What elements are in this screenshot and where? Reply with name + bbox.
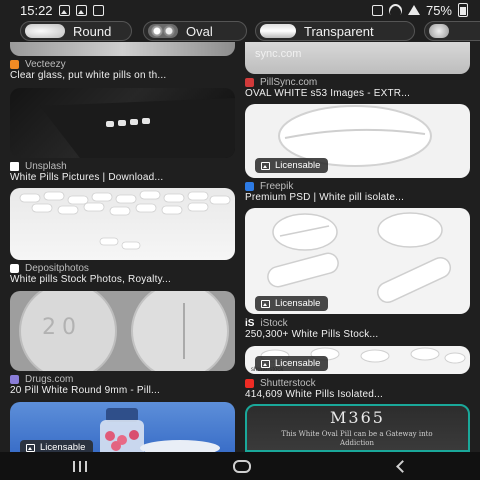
source-row[interactable]: Freepik xyxy=(245,181,293,192)
licensable-icon xyxy=(261,299,270,308)
result-card-pillsync[interactable]: sync.com PillSync.com OVAL WHITE s53 Ima… xyxy=(245,42,470,100)
vecteezy-logo-icon xyxy=(10,60,19,69)
chip-more-thumbnail xyxy=(429,24,449,38)
result-image[interactable] xyxy=(10,88,235,158)
back-button[interactable] xyxy=(395,459,409,473)
chip-oval-thumbnail xyxy=(148,24,178,38)
istock-logo-icon: iS xyxy=(245,318,255,329)
recents-icon xyxy=(73,460,76,472)
result-image[interactable]: sync.com xyxy=(245,42,470,74)
source-row[interactable]: iS iStock xyxy=(245,318,288,329)
source-name: Vecteezy xyxy=(25,59,66,70)
status-bar: 15:22 75% xyxy=(0,0,480,20)
result-card-unsplash[interactable]: Unsplash White Pills Pictures | Download… xyxy=(10,88,235,184)
source-name: Shutterstock xyxy=(260,378,316,389)
result-image[interactable]: 20 xyxy=(10,291,235,371)
result-card-freepik[interactable]: Licensable Freepik Premium PSD | White p… xyxy=(245,104,470,204)
image-notification-icon xyxy=(75,4,87,16)
result-card-shutterstock[interactable]: shutterstock Licensable Shutterstock 414… xyxy=(245,346,470,402)
screenshot-icon xyxy=(371,4,383,16)
source-row[interactable]: Drugs.com xyxy=(10,374,73,385)
licensable-badge: Licensable xyxy=(20,440,94,452)
result-card-pill-bottle[interactable]: Licensable xyxy=(10,402,235,452)
system-navigation-bar xyxy=(0,452,480,480)
result-title[interactable]: OVAL WHITE s53 Images - EXTR... xyxy=(245,88,410,99)
result-title[interactable]: Premium PSD | White pill isolate... xyxy=(245,192,404,203)
source-row[interactable]: Depositphotos xyxy=(10,263,89,274)
result-card-vecteezy[interactable]: Vecteezy Clear glass, put white pills on… xyxy=(10,42,235,84)
battery-icon xyxy=(458,3,468,17)
pillsync-logo-icon xyxy=(245,78,254,87)
licensable-icon xyxy=(261,359,270,368)
result-image[interactable]: M365 This White Oval Pill can be a Gatew… xyxy=(245,404,470,452)
watermark: sync.com xyxy=(255,48,302,60)
drugs-logo-icon xyxy=(10,375,19,384)
result-card-depositphotos[interactable]: Depositphotos White pills Stock Photos, … xyxy=(10,188,235,286)
licensable-label: Licensable xyxy=(275,160,321,171)
result-title[interactable]: Clear glass, put white pills on th... xyxy=(10,70,166,81)
chip-transparent[interactable]: Transparent xyxy=(255,21,415,41)
chip-transparent-thumbnail xyxy=(260,24,296,38)
licensable-icon xyxy=(261,161,270,170)
licensable-label: Licensable xyxy=(275,358,321,369)
source-row[interactable]: Unsplash xyxy=(10,161,67,172)
status-time: 15:22 xyxy=(20,2,53,18)
image-results-grid: Vecteezy Clear glass, put white pills on… xyxy=(0,42,480,452)
licensable-badge: Licensable xyxy=(255,356,329,371)
filter-chips-row: Round Oval Transparent xyxy=(0,20,480,42)
source-row[interactable]: PillSync.com xyxy=(245,77,317,88)
result-image[interactable] xyxy=(10,188,235,260)
wifi-icon xyxy=(386,0,405,20)
white-pills-heap-image xyxy=(19,190,231,250)
home-button[interactable] xyxy=(233,459,252,473)
source-name: Freepik xyxy=(260,181,294,192)
result-card-m365[interactable]: M365 This White Oval Pill can be a Gatew… xyxy=(245,404,470,452)
source-row[interactable]: Shutterstock xyxy=(245,378,316,389)
licensable-badge: Licensable xyxy=(255,296,329,311)
result-card-istock[interactable]: Licensable iS iStock 250,300+ White Pill… xyxy=(245,208,470,342)
chip-oval[interactable]: Oval xyxy=(143,21,247,41)
licensable-label: Licensable xyxy=(275,298,321,309)
pills-on-dark-image xyxy=(40,98,235,158)
signal-icon xyxy=(407,5,420,15)
source-name: iStock xyxy=(260,318,288,329)
licensable-icon xyxy=(26,443,35,452)
pill-imprint: 20 xyxy=(42,315,82,340)
depositphotos-logo-icon xyxy=(10,264,19,273)
chip-round[interactable]: Round xyxy=(20,21,132,41)
source-name: Drugs.com xyxy=(25,374,74,385)
chip-round-label: Round xyxy=(73,23,112,39)
shutterstock-logo-icon xyxy=(245,379,254,388)
chip-oval-label: Oval xyxy=(186,23,213,39)
unsplash-logo-icon xyxy=(10,162,19,171)
battery-percent: 75% xyxy=(425,2,452,18)
source-name: PillSync.com xyxy=(260,77,318,88)
image-caption: This White Oval Pill can be a Gateway in… xyxy=(281,430,433,447)
chip-transparent-label: Transparent xyxy=(304,23,374,39)
source-name: Unsplash xyxy=(25,161,67,172)
result-title[interactable]: 20 Pill White Round 9mm - Pill... xyxy=(10,385,160,396)
result-title[interactable]: White Pills Pictures | Download... xyxy=(10,172,163,183)
licensable-label: Licensable xyxy=(40,442,86,452)
image-headline: M365 xyxy=(330,408,385,427)
result-card-drugs[interactable]: 20 Drugs.com 20 Pill White Round 9mm - P… xyxy=(10,291,235,396)
result-title[interactable]: White pills Stock Photos, Royalty... xyxy=(10,274,171,285)
gallery-notification-icon xyxy=(58,4,70,16)
result-title[interactable]: 414,609 White Pills Isolated... xyxy=(245,389,383,400)
chip-more[interactable] xyxy=(424,21,480,41)
chip-round-thumbnail xyxy=(25,24,65,38)
source-name: Depositphotos xyxy=(25,263,89,274)
source-row[interactable]: Vecteezy xyxy=(10,59,66,70)
result-image[interactable] xyxy=(10,42,235,56)
recents-button[interactable] xyxy=(73,460,88,472)
freepik-logo-icon xyxy=(245,182,254,191)
result-title[interactable]: 250,300+ White Pills Stock... xyxy=(245,329,378,340)
licensable-badge: Licensable xyxy=(255,158,329,173)
app-notification-icon xyxy=(92,4,104,16)
